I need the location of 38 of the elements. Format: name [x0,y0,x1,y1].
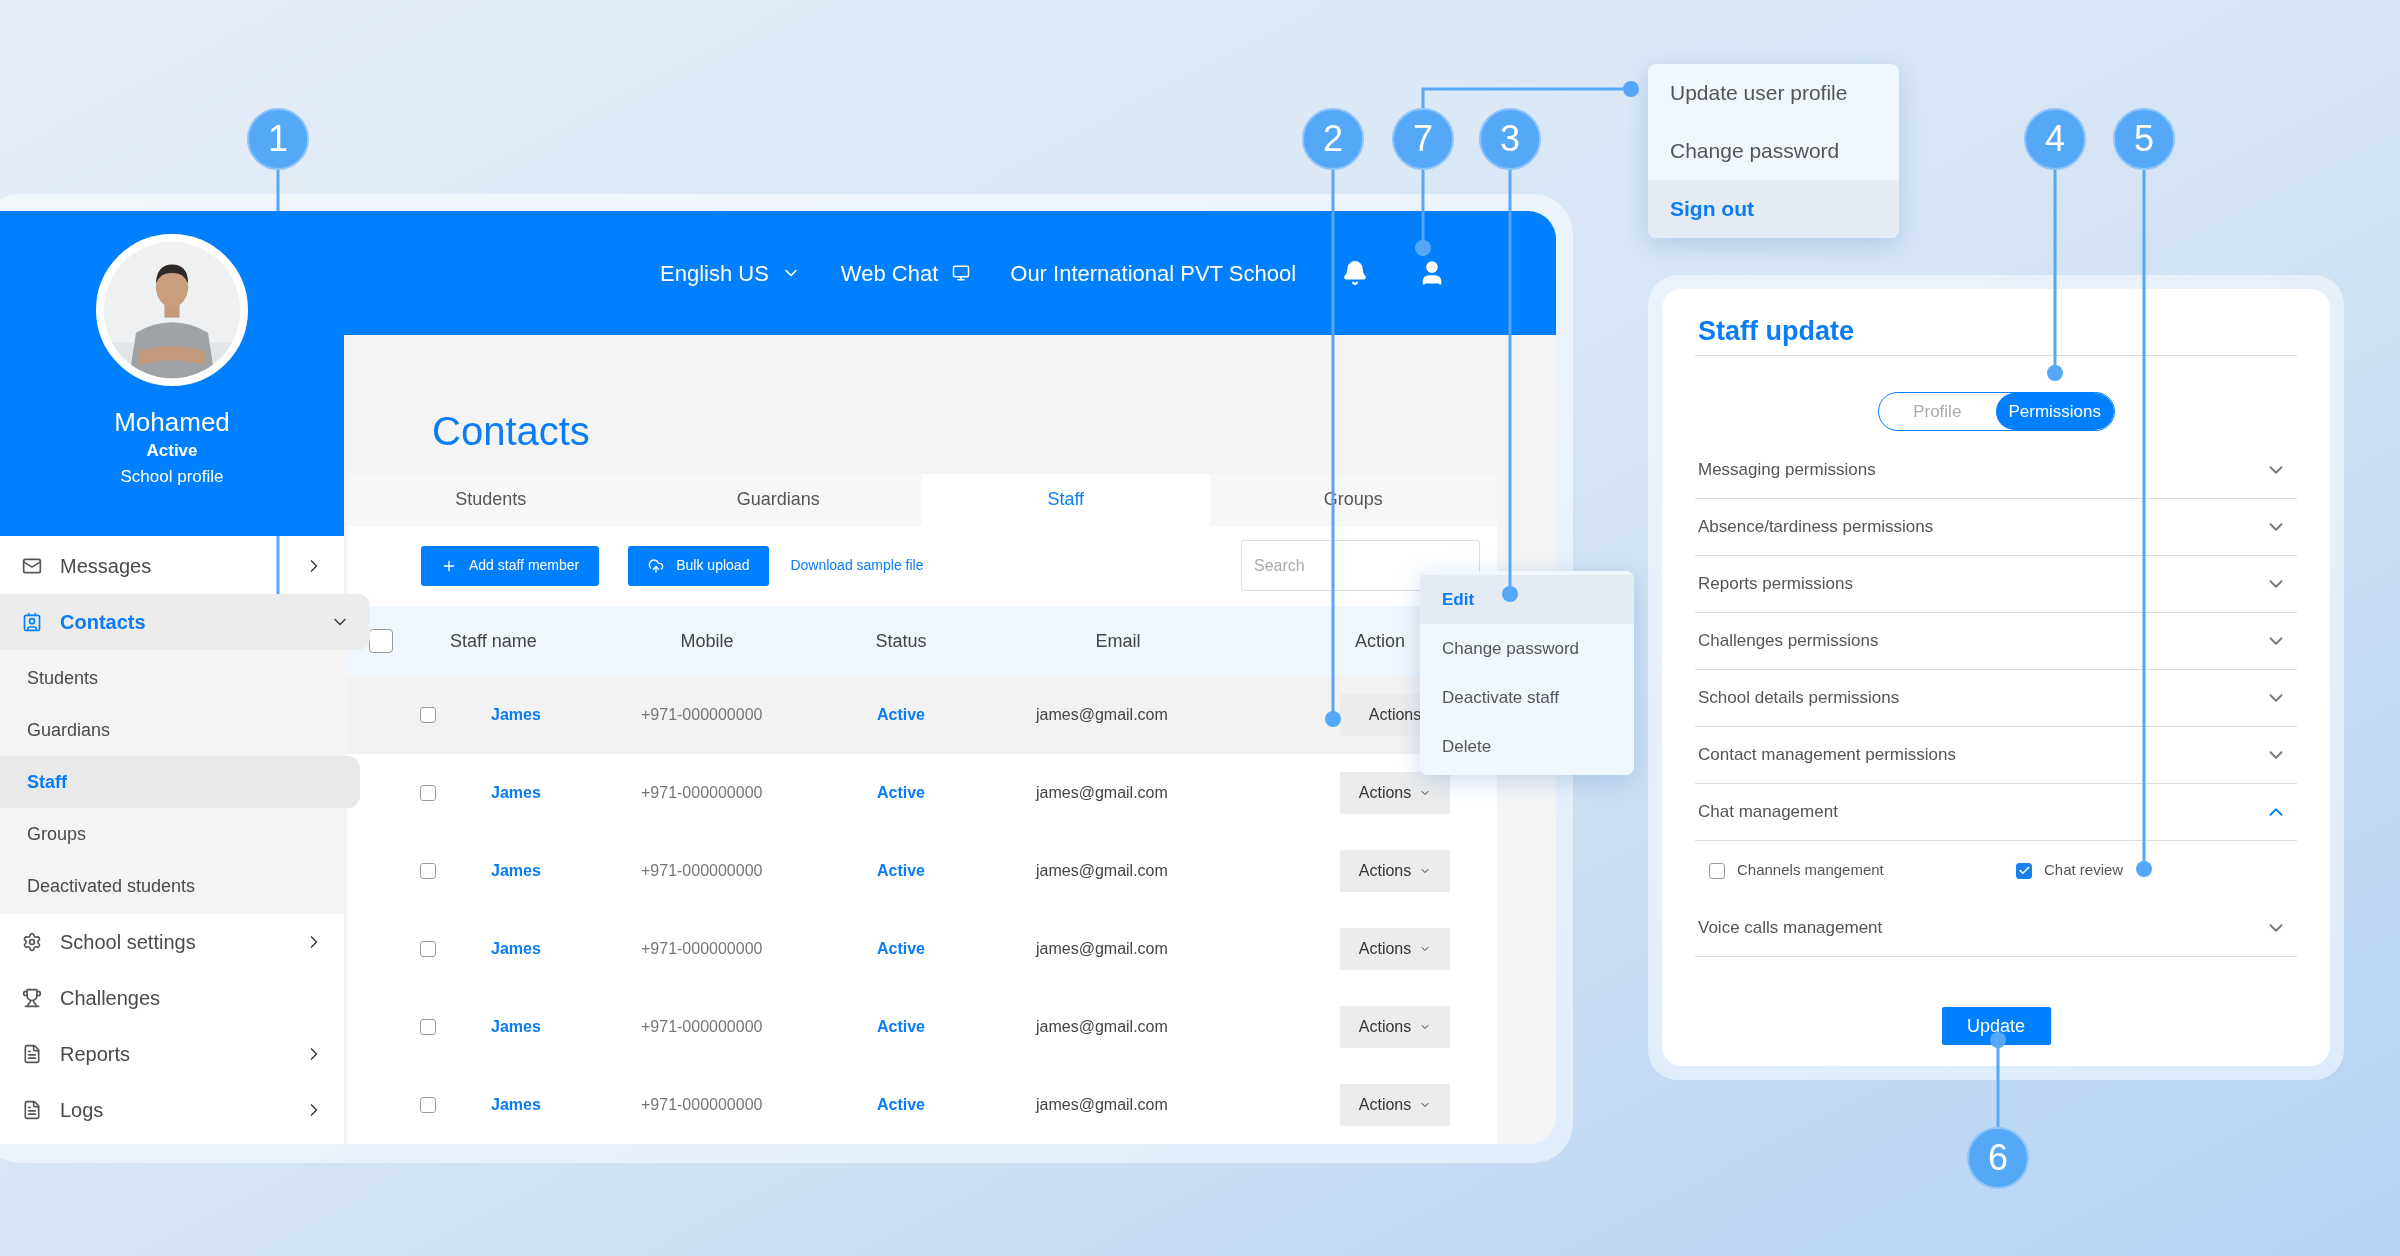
email-cell-text: james@gmail.com [1034,705,1169,725]
card-title: Staff update [1695,311,2297,356]
email-cell-text: james@gmail.com [1034,783,1169,803]
mobile-cell-text: +971-000000000 [641,861,764,881]
email-cell-text: james@gmail.com [1034,1017,1169,1037]
mobile-cell-text: +971-000000000 [641,1017,764,1037]
status-cell-text: Active [876,783,926,803]
mobile-cell-text: +971-000000000 [641,783,764,803]
column-header: Action [1354,629,1406,653]
status-cell-text: Active [876,1095,926,1115]
column-header: Status [874,629,928,653]
school-name: Our International PVT School [1010,259,1297,288]
profile-status: Active [146,440,198,462]
column-header: Mobile [679,629,735,653]
callout-number: 5 [2113,108,2175,170]
column-header: Email [1094,629,1142,653]
email-cell-text: james@gmail.com [1034,939,1169,959]
callout-number: 4 [2024,108,2086,170]
status-cell-text: Active [876,861,926,881]
status-cell-text: Active [876,705,926,725]
page-title: Contacts [431,408,591,455]
mobile-cell-text: +971-000000000 [641,705,764,725]
status-cell-text: Active [876,939,926,959]
profile-name: Mohamed [114,406,230,438]
status-cell-text: Active [876,1017,926,1037]
column-header: Staff name [450,629,538,653]
callout-number: 3 [1479,108,1541,170]
callout-number: 7 [1392,108,1454,170]
option-label: Channels mangement [1737,860,1884,881]
profile-role: School profile [120,466,224,488]
option-label: Chat review [2044,860,2124,881]
callout-number: 2 [1302,108,1364,170]
callout-number: 6 [1967,1127,2029,1189]
email-cell-text: james@gmail.com [1034,861,1169,881]
email-cell-text: james@gmail.com [1034,1095,1169,1115]
callout-number: 1 [247,108,309,170]
mobile-cell-text: +971-000000000 [641,1095,764,1115]
mobile-cell-text: +971-000000000 [641,939,764,959]
